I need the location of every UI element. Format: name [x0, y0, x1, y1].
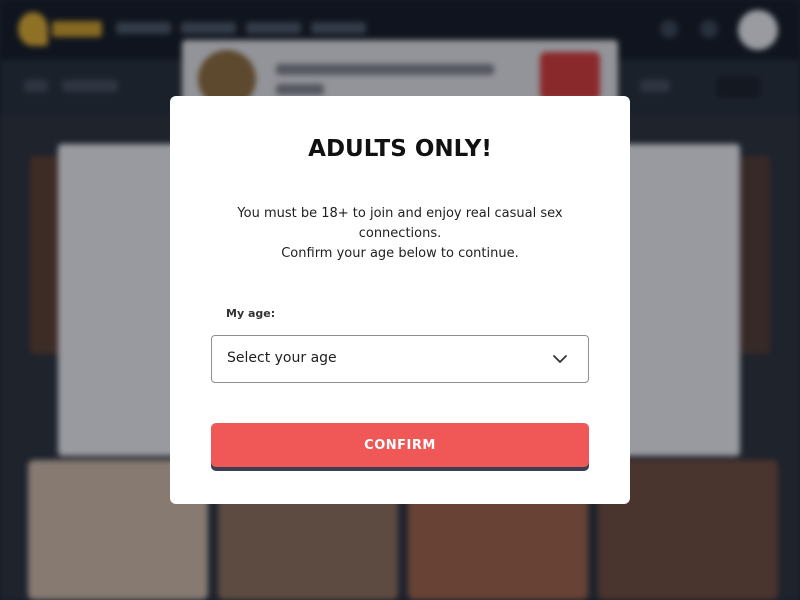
age-field-label: My age: [226, 307, 276, 320]
modal-title: ADULTS ONLY! [308, 136, 492, 162]
age-select-value: Select your age [227, 350, 337, 366]
age-select-dropdown[interactable]: Select your age [211, 335, 589, 383]
modal-description-line: Confirm your age below to continue. [281, 246, 519, 261]
modal-description-line: connections. [358, 226, 442, 241]
chevron-down-icon [553, 355, 567, 363]
confirm-button[interactable]: CONFIRM [211, 423, 589, 467]
modal-description-line: You must be 18+ to join and enjoy real c… [237, 206, 563, 221]
